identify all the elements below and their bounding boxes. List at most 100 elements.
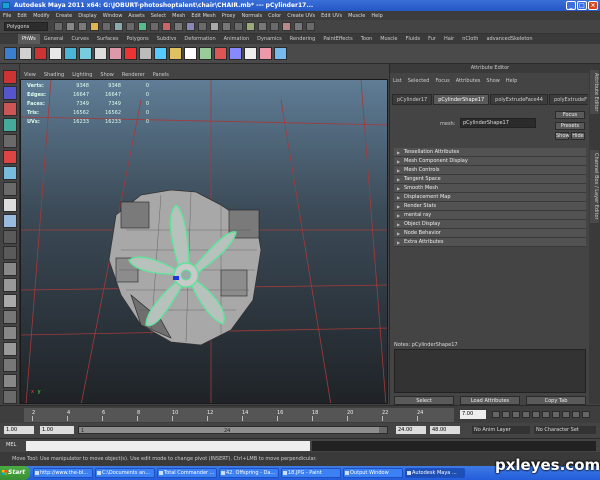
playback-button[interactable] xyxy=(502,411,510,418)
ae-section-extra-attributes[interactable]: Extra Attributes xyxy=(394,238,586,247)
mel-input[interactable] xyxy=(26,441,310,451)
ae-section-render-stats[interactable]: Render Stats xyxy=(394,202,586,211)
ae-menu-help[interactable]: Help xyxy=(503,76,520,86)
status-tool-icon[interactable] xyxy=(78,22,87,31)
close-button[interactable]: × xyxy=(588,1,598,10)
toolbox-tool-icon[interactable] xyxy=(3,262,17,276)
ae-menu-selected[interactable]: Selected xyxy=(405,76,433,86)
manipulator-handle[interactable] xyxy=(173,276,179,280)
toolbox-tool-icon[interactable] xyxy=(3,86,17,100)
status-tool-icon[interactable] xyxy=(66,22,75,31)
status-tool-icon[interactable] xyxy=(282,22,291,31)
side-tab-channel-box[interactable]: Channel Box / Layer Editor xyxy=(590,150,599,223)
menu-edit-uvs[interactable]: Edit UVs xyxy=(318,12,345,20)
toolbox-tool-icon[interactable] xyxy=(3,102,17,116)
shelf-tool-icon[interactable] xyxy=(139,47,152,60)
shelf-tool-icon[interactable] xyxy=(259,47,272,60)
status-tool-icon[interactable] xyxy=(222,22,231,31)
shelf-tab-painteffects[interactable]: PaintEffects xyxy=(319,34,356,44)
menu-display[interactable]: Display xyxy=(75,12,99,20)
shelf-tab-fur[interactable]: Fur xyxy=(424,34,440,44)
toolbox-tool-icon[interactable] xyxy=(3,182,17,196)
taskbar-task[interactable]: Autodesk Maya ... xyxy=(405,468,465,478)
show-button[interactable]: Show xyxy=(555,132,570,140)
anim-layer-select[interactable]: No Anim Layer xyxy=(472,426,530,434)
shelf-tab-toon[interactable]: Toon xyxy=(357,34,377,44)
toolbox-tool-icon[interactable] xyxy=(3,246,17,260)
toolbox-tool-icon[interactable] xyxy=(3,118,17,132)
ae-tab-polyextrudeface44[interactable]: polyExtrudeFace44 xyxy=(490,94,548,105)
status-tool-icon[interactable] xyxy=(138,22,147,31)
menu-modify[interactable]: Modify xyxy=(30,12,53,20)
shelf-tool-icon[interactable] xyxy=(49,47,62,60)
shelf-tool-icon[interactable] xyxy=(274,47,287,60)
status-tool-icon[interactable] xyxy=(270,22,279,31)
hide-button[interactable]: Hide xyxy=(571,132,585,140)
taskbar-task[interactable]: http://www.the-bl... xyxy=(33,468,93,478)
menu-edit[interactable]: Edit xyxy=(14,12,30,20)
shelf-tab-hair[interactable]: Hair xyxy=(440,34,458,44)
menu-edit-mesh[interactable]: Edit Mesh xyxy=(188,12,218,20)
playback-button[interactable] xyxy=(492,411,500,418)
menu-normals[interactable]: Normals xyxy=(238,12,265,20)
taskbar-task[interactable]: Total Commander ... xyxy=(157,468,217,478)
status-tool-icon[interactable] xyxy=(126,22,135,31)
window-title-bar[interactable]: Autodesk Maya 2011 x64: G:\JOBURT-photos… xyxy=(0,0,600,11)
notes-textarea[interactable] xyxy=(394,349,586,393)
shelf-tool-icon[interactable] xyxy=(244,47,257,60)
status-tool-icon[interactable] xyxy=(150,22,159,31)
shelf-tab-curves[interactable]: Curves xyxy=(67,34,92,44)
shelf-tool-icon[interactable] xyxy=(109,47,122,60)
status-tool-icon[interactable] xyxy=(102,22,111,31)
ae-section-mental-ray[interactable]: mental ray xyxy=(394,211,586,220)
shelf-tool-icon[interactable] xyxy=(64,47,77,60)
shelf-tab-phws[interactable]: PhWs xyxy=(18,34,40,44)
ae-section-mesh-controls[interactable]: Mesh Controls xyxy=(394,166,586,175)
toolbox-tool-icon[interactable] xyxy=(3,310,17,324)
status-tool-icon[interactable] xyxy=(174,22,183,31)
shelf-tool-icon[interactable] xyxy=(4,47,17,60)
menu-select[interactable]: Select xyxy=(148,12,169,20)
status-tool-icon[interactable] xyxy=(246,22,255,31)
menu-proxy[interactable]: Proxy xyxy=(219,12,239,20)
range-end2-field[interactable]: 48.00 xyxy=(430,426,460,434)
shelf-tool-icon[interactable] xyxy=(94,47,107,60)
shelf-tool-icon[interactable] xyxy=(214,47,227,60)
range-end-field[interactable]: 24.00 xyxy=(396,426,426,434)
shelf-tab-muscle[interactable]: Muscle xyxy=(376,34,401,44)
presets-button[interactable]: Presets xyxy=(555,122,585,130)
shelf-tab-animation[interactable]: Animation xyxy=(220,34,254,44)
ae-tab-polyextrudef[interactable]: polyExtrudeF xyxy=(548,94,588,105)
menu-help[interactable]: Help xyxy=(368,12,385,20)
toolbox-tool-icon[interactable] xyxy=(3,358,17,372)
shelf-tab-surfaces[interactable]: Surfaces xyxy=(93,34,123,44)
toolbox-tool-icon[interactable] xyxy=(3,374,17,388)
viewport-panel[interactable]: Verts: 9348 9348 0 Edges: 16647 16647 0 Faces: 73… xyxy=(20,79,388,404)
shelf-tab-rendering[interactable]: Rendering xyxy=(286,34,320,44)
ae-section-tessellation-attributes[interactable]: Tessellation Attributes xyxy=(394,148,586,157)
playback-button[interactable] xyxy=(572,411,580,418)
side-tab-attribute-editor[interactable]: Attribute Editor xyxy=(590,70,599,115)
shelf-tool-icon[interactable] xyxy=(34,47,47,60)
current-frame-field[interactable]: 7.00 xyxy=(460,410,486,419)
range-start-field[interactable]: 1.00 xyxy=(4,426,34,434)
toolbox-tool-icon[interactable] xyxy=(3,166,17,180)
ae-section-object-display[interactable]: Object Display xyxy=(394,220,586,229)
maximize-button[interactable]: □ xyxy=(577,1,587,10)
playback-button[interactable] xyxy=(562,411,570,418)
playback-button[interactable] xyxy=(582,411,590,418)
toolbox-tool-icon[interactable] xyxy=(3,198,17,212)
playback-button[interactable] xyxy=(522,411,530,418)
shelf-tool-icon[interactable] xyxy=(124,47,137,60)
ae-section-tangent-space[interactable]: Tangent Space xyxy=(394,175,586,184)
shelf-tab-advancedskeleton[interactable]: advancedSkeleton xyxy=(482,34,536,44)
ae-menu-show[interactable]: Show xyxy=(483,76,503,86)
menu-file[interactable]: File xyxy=(0,12,14,20)
ae-menu-list[interactable]: List xyxy=(390,76,405,86)
ae-section-node-behavior[interactable]: Node Behavior xyxy=(394,229,586,238)
ae-tab-pcylindershape17[interactable]: pCylinderShape17 xyxy=(433,94,490,105)
shelf-tool-icon[interactable] xyxy=(184,47,197,60)
start-button[interactable]: Start xyxy=(0,466,30,480)
mesh-name-field[interactable]: pCylinderShape17 xyxy=(460,118,536,128)
focus-button[interactable]: Focus xyxy=(555,111,585,119)
